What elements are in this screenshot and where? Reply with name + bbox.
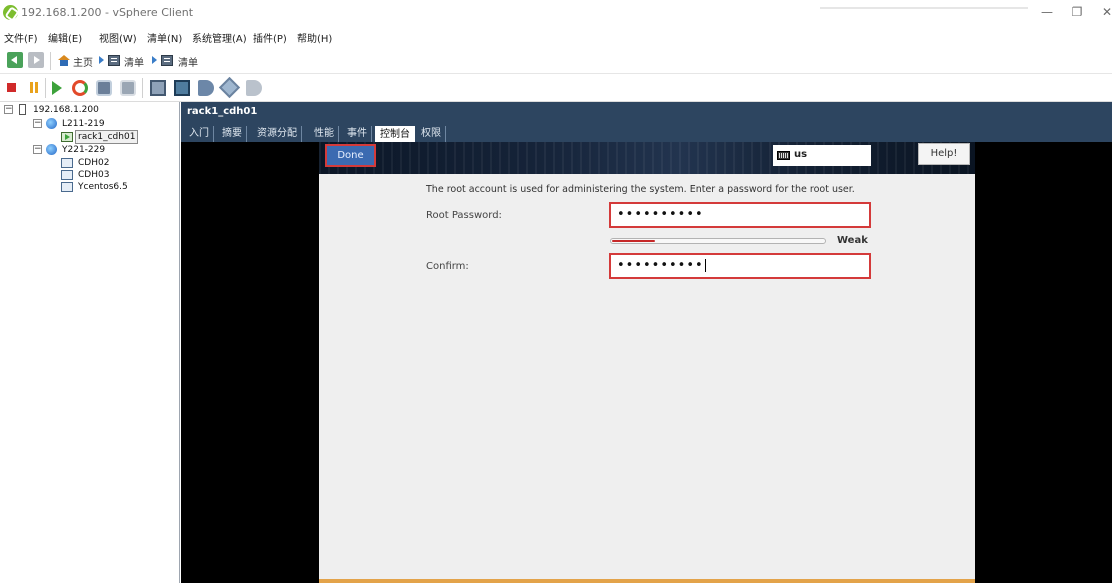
datacenter-icon <box>46 118 57 129</box>
collapse-icon[interactable]: − <box>33 145 42 154</box>
migrate-icon[interactable] <box>198 80 214 96</box>
tab-console[interactable]: 控制台 <box>375 126 415 143</box>
keyboard-icon <box>777 151 790 160</box>
tab-events[interactable]: 事件 <box>343 126 372 142</box>
menu-view[interactable]: 视图(W) <box>99 30 137 45</box>
snapshot-manager-icon[interactable] <box>150 80 166 96</box>
done-button[interactable]: Done <box>325 144 376 167</box>
tree-node-vm-selected[interactable]: rack1_cdh01 <box>0 130 178 144</box>
keyboard-layout-indicator[interactable]: us <box>773 145 871 166</box>
tree-label-host: 192.168.1.200 <box>33 105 99 115</box>
tab-summary[interactable]: 摘要 <box>218 126 247 142</box>
host-icon <box>19 104 26 115</box>
vm-details-header: rack1_cdh01 入门 摘要 资源分配 性能 事件 控制台 权限 <box>181 102 1112 143</box>
collapse-icon[interactable]: − <box>33 119 42 128</box>
breadcrumb-separator-icon <box>99 56 104 64</box>
power-on-icon[interactable] <box>52 81 62 95</box>
tree-label-vm-selected: rack1_cdh01 <box>75 130 139 144</box>
menu-file[interactable]: 文件(F) <box>4 30 38 45</box>
toolbar-divider <box>142 78 143 98</box>
home-icon[interactable] <box>58 55 70 66</box>
title-bar: 192.168.1.200 - vSphere Client — ❐ ✕ <box>0 0 1112 26</box>
inventory-list-icon <box>161 55 173 66</box>
window-title: 192.168.1.200 - vSphere Client <box>21 6 194 19</box>
tree-node-host[interactable]: − 192.168.1.200 <box>0 104 178 116</box>
installer-screen: Done us Help! The root account is used f… <box>319 142 975 583</box>
vsphere-app-icon <box>3 5 18 20</box>
password-strength-fill <box>612 240 655 242</box>
vsphere-client-window: 192.168.1.200 - vSphere Client — ❐ ✕ 文件(… <box>0 0 1112 583</box>
confirm-password-label: Confirm: <box>426 261 469 272</box>
menu-edit[interactable]: 编辑(E) <box>48 30 82 45</box>
breadcrumb-inventory[interactable]: 清单 <box>124 54 144 69</box>
tree-label-vm: CDH03 <box>78 170 110 180</box>
menu-plugins[interactable]: 插件(P) <box>253 30 287 45</box>
keyboard-layout-label: us <box>794 149 808 160</box>
tree-node-vm[interactable]: CDH02 <box>0 157 178 169</box>
tree-node-vm[interactable]: CDH03 <box>0 169 178 181</box>
tab-permissions[interactable]: 权限 <box>417 126 446 142</box>
collapse-icon[interactable]: − <box>4 105 13 114</box>
forward-arrow-icon[interactable] <box>28 52 44 68</box>
vm-console[interactable]: Done us Help! The root account is used f… <box>181 142 1112 583</box>
vm-icon <box>61 158 73 168</box>
toolbar-divider <box>45 78 46 98</box>
help-button[interactable]: Help! <box>918 143 970 165</box>
reset-icon[interactable] <box>72 80 88 96</box>
close-button[interactable]: ✕ <box>1092 3 1112 21</box>
tab-resource-allocation[interactable]: 资源分配 <box>253 126 302 142</box>
confirm-password-value: •••••••••• <box>617 258 704 273</box>
revert-snapshot-icon[interactable] <box>120 80 136 96</box>
snapshot-icon[interactable] <box>96 80 112 96</box>
text-cursor <box>704 259 706 272</box>
root-password-label: Root Password: <box>426 210 502 221</box>
inventory-tree: − 192.168.1.200 − L211-219 rack1_cdh01 −… <box>0 102 180 583</box>
tree-node-vm[interactable]: Ycentos6.5 <box>0 181 178 193</box>
installer-header <box>319 142 975 174</box>
tree-node-datacenter-1[interactable]: − L211-219 <box>0 118 178 130</box>
minimize-button[interactable]: — <box>1032 3 1062 21</box>
root-password-value: •••••••••• <box>617 207 704 222</box>
vm-icon <box>61 182 73 192</box>
confirm-password-field[interactable]: •••••••••• <box>609 253 871 279</box>
edit-settings-icon[interactable] <box>218 76 241 99</box>
tree-label-datacenter-2: Y221-229 <box>62 145 106 155</box>
installer-footer-bar <box>319 579 975 583</box>
navigation-bar: 主页 清单 清单 <box>0 48 1112 74</box>
breadcrumb-separator-icon <box>152 56 157 64</box>
menu-inventory[interactable]: 清单(N) <box>147 30 182 45</box>
root-password-instructions: The root account is used for administeri… <box>426 184 855 195</box>
console-icon[interactable] <box>174 80 190 96</box>
tree-label-vm: CDH02 <box>78 158 110 168</box>
suspend-icon[interactable] <box>29 82 40 93</box>
more-actions-icon[interactable] <box>246 80 262 96</box>
menu-bar: 文件(F) 编辑(E) 视图(W) 清单(N) 系统管理(A) 插件(P) 帮助… <box>0 26 1112 48</box>
vm-icon <box>61 170 73 180</box>
power-off-icon[interactable] <box>7 83 16 92</box>
vm-toolbar <box>0 74 1112 102</box>
maximize-button[interactable]: ❐ <box>1062 3 1092 21</box>
title-bar-divider <box>820 7 1028 9</box>
tree-label-datacenter-1: L211-219 <box>62 119 105 129</box>
datacenter-icon <box>46 144 57 155</box>
tab-getting-started[interactable]: 入门 <box>185 126 214 142</box>
menu-administration[interactable]: 系统管理(A) <box>192 30 247 45</box>
breadcrumb-inventory-list[interactable]: 清单 <box>178 54 198 69</box>
inventory-icon <box>108 55 120 66</box>
breadcrumb-home[interactable]: 主页 <box>73 54 93 69</box>
menu-help[interactable]: 帮助(H) <box>297 30 332 45</box>
tree-node-datacenter-2[interactable]: − Y221-229 <box>0 144 178 156</box>
root-password-field[interactable]: •••••••••• <box>609 202 871 228</box>
vm-title: rack1_cdh01 <box>187 106 258 117</box>
vm-powered-on-icon <box>61 132 73 142</box>
password-strength-label: Weak <box>837 235 868 246</box>
nav-divider <box>50 52 51 70</box>
tree-label-vm: Ycentos6.5 <box>78 182 128 192</box>
tab-performance[interactable]: 性能 <box>310 126 339 142</box>
back-arrow-icon[interactable] <box>7 52 23 68</box>
password-strength-bar <box>610 238 826 244</box>
